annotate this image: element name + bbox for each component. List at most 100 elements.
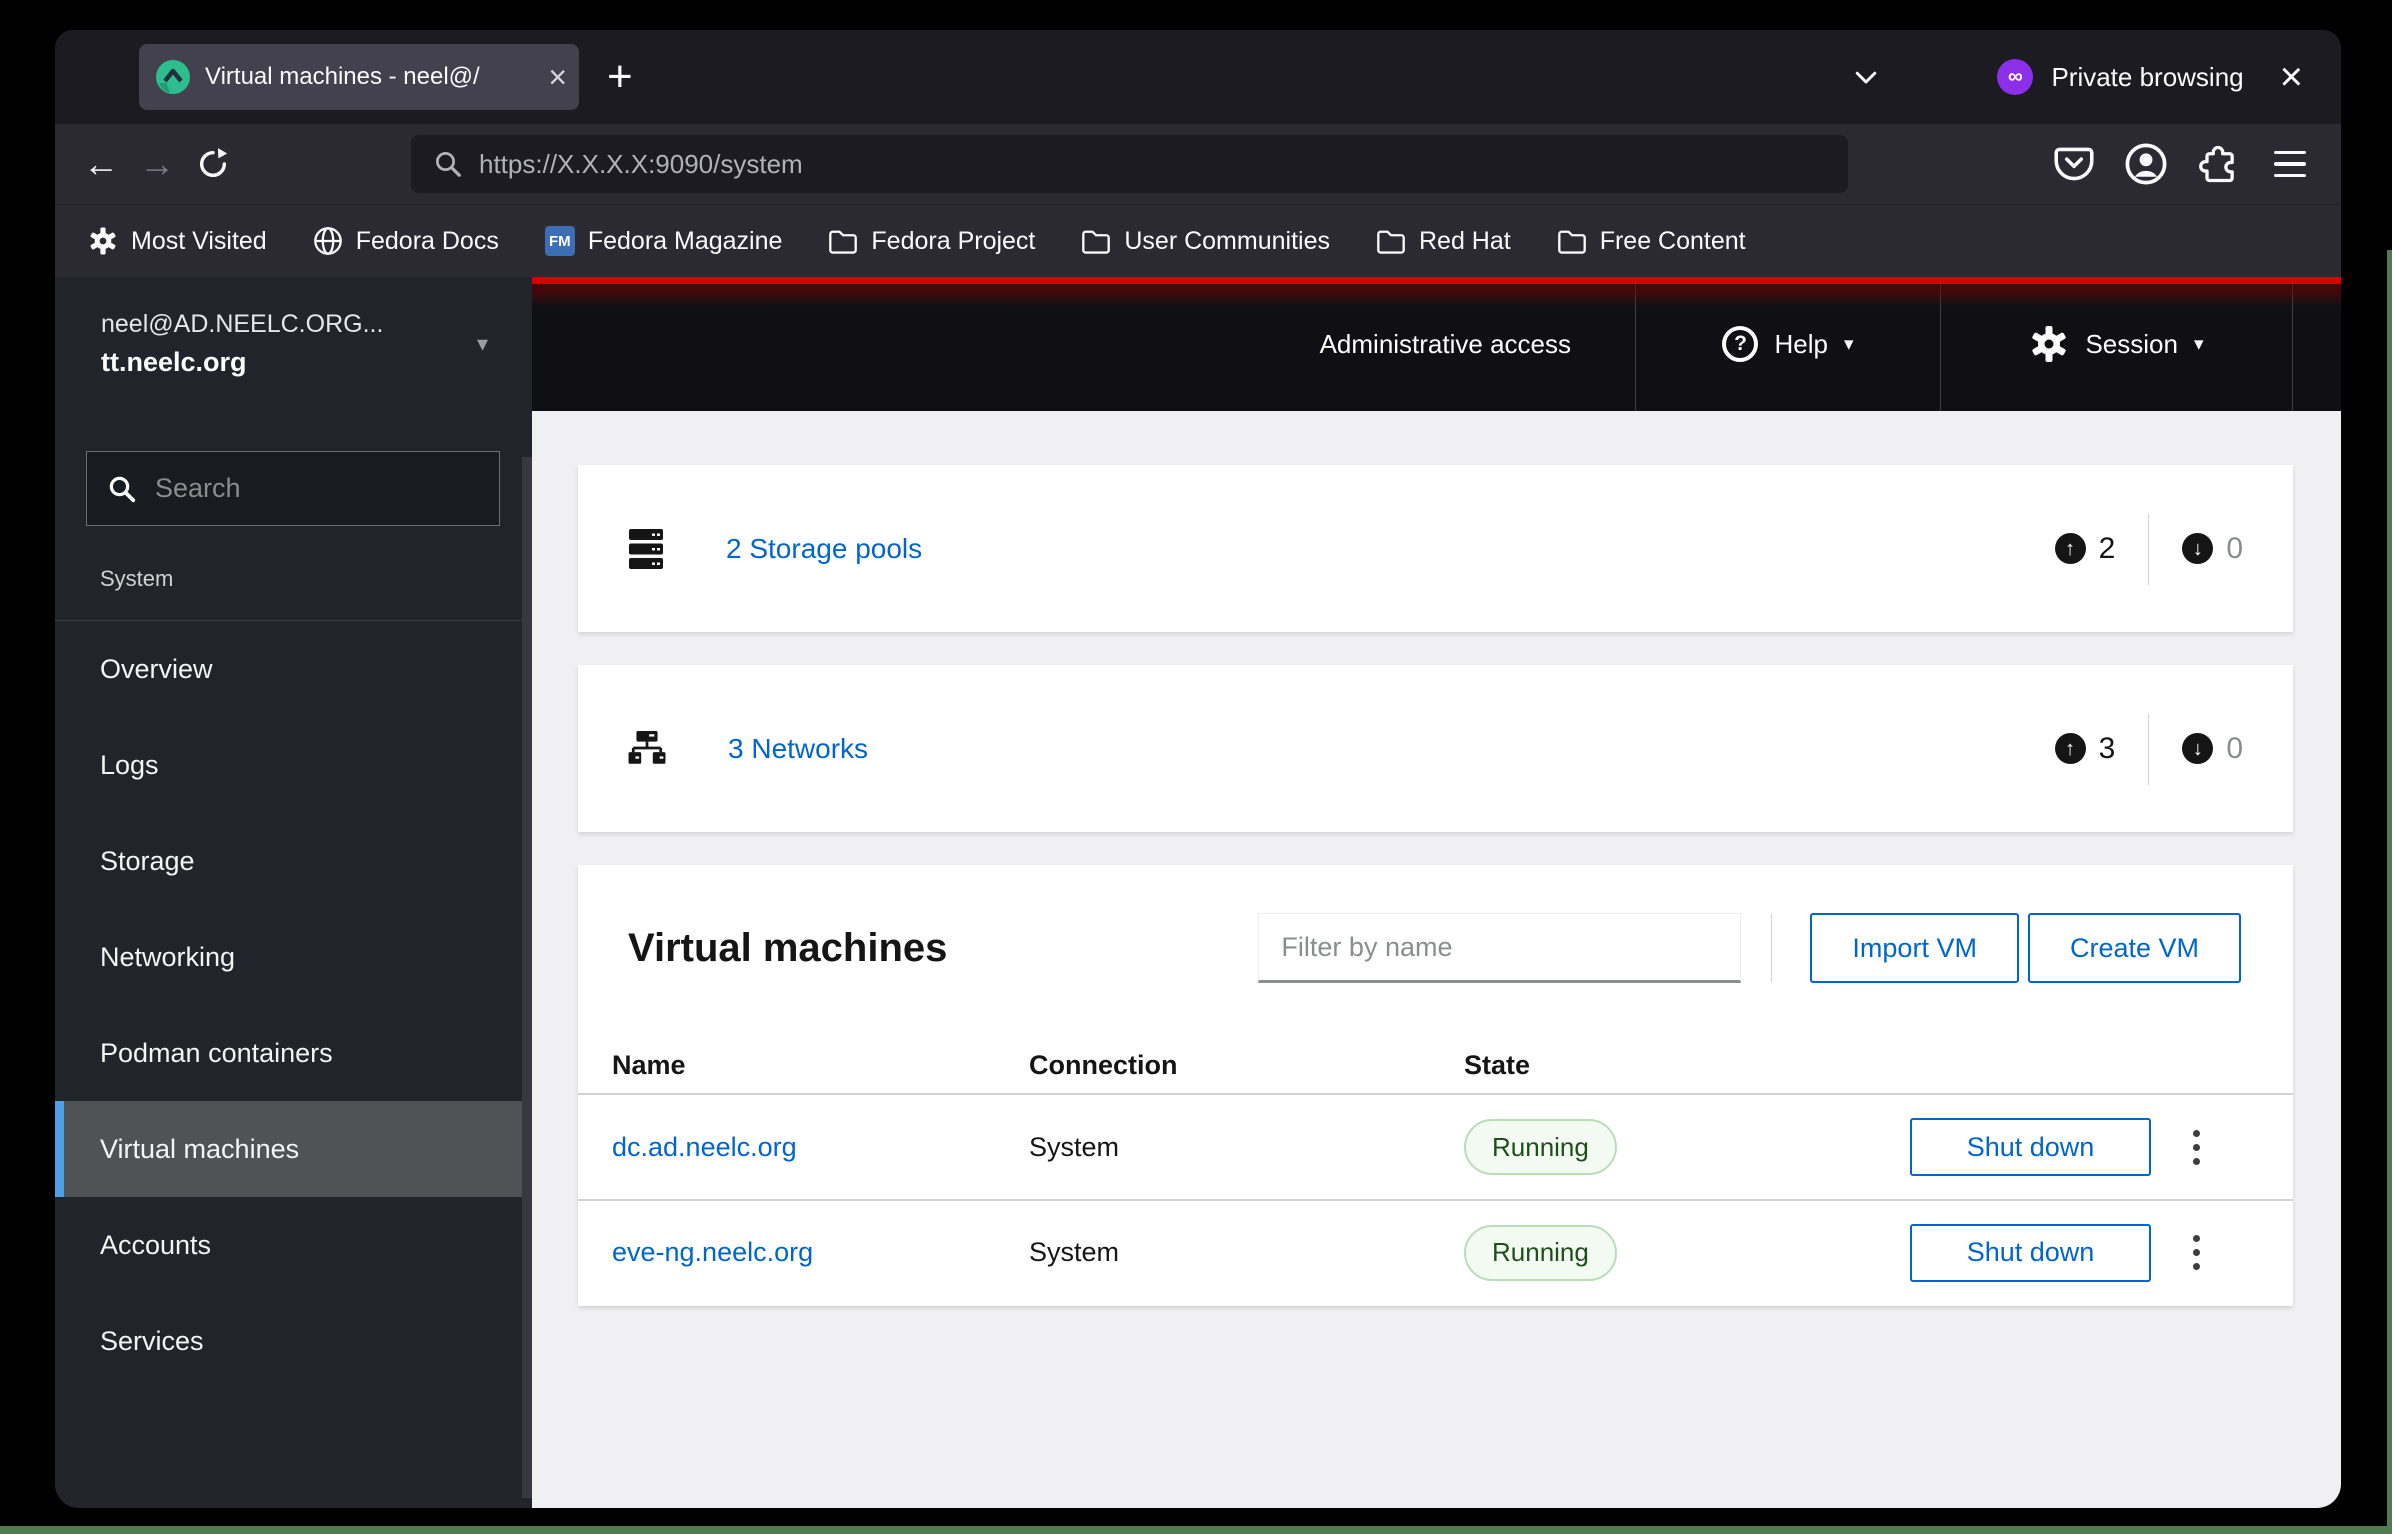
account-user: neel@AD.NEELC.ORG...: [101, 310, 384, 338]
reload-button[interactable]: [185, 136, 241, 192]
url-text[interactable]: https://X.X.X.X:9090/system: [479, 149, 803, 180]
folder-icon: [1082, 230, 1111, 254]
account-switcher[interactable]: neel@AD.NEELC.ORG... tt.neelc.org ▾: [55, 277, 532, 411]
arrow-circle-up-icon: ↑: [2054, 533, 2086, 564]
search-input[interactable]: [155, 473, 509, 504]
gear-icon: [90, 227, 116, 255]
help-menu[interactable]: ? Help ▾: [1636, 326, 1940, 362]
page-title: Virtual machines: [628, 925, 948, 970]
kebab-menu-icon[interactable]: [2192, 1129, 2200, 1165]
shut-down-button[interactable]: Shut down: [1910, 1118, 2151, 1176]
extensions-puzzle-icon[interactable]: [2193, 139, 2243, 189]
vm-connection: System: [1029, 1131, 1120, 1162]
storage-pools-up-stat: ↑ 2: [2054, 532, 2115, 566]
networks-down-stat: ↓ 0: [2182, 732, 2243, 766]
storage-pools-link[interactable]: 2 Storage pools: [726, 533, 922, 565]
browser-toolbar: ← → https://X.X.X.X:9090/system: [55, 124, 2341, 204]
status-badge-running: Running: [1464, 1224, 1617, 1281]
browser-tab[interactable]: Virtual machines - neel@/ ×: [139, 44, 579, 110]
networks-link[interactable]: 3 Networks: [728, 733, 868, 765]
browser-window: Virtual machines - neel@/ × + ∞ Private …: [55, 30, 2341, 1508]
back-button[interactable]: ←: [73, 136, 129, 192]
fm-favicon: FM: [544, 226, 575, 256]
browser-titlebar: Virtual machines - neel@/ × + ∞ Private …: [55, 30, 2341, 124]
search-box[interactable]: [86, 451, 509, 526]
arrow-circle-down-icon: ↓: [2182, 733, 2214, 764]
nav-items: Overview Logs Storage Networking Podman …: [55, 621, 532, 1389]
bookmarks-toolbar: Most Visited Fedora Docs FM Fedora Magaz…: [55, 204, 2341, 277]
storage-pools-stats: ↑ 2 ↓ 0: [2054, 512, 2243, 585]
help-icon: ?: [1722, 326, 1759, 362]
networks-card: 3 Networks ↑ 3 ↓ 0: [578, 665, 2293, 832]
vm-name-link[interactable]: eve-ng.neelc.org: [612, 1237, 1029, 1268]
arrow-circle-up-icon: ↑: [2054, 733, 2086, 764]
import-vm-button[interactable]: Import VM: [1810, 913, 2019, 983]
sidebar-item-logs[interactable]: Logs: [55, 717, 532, 813]
column-header-name: Name: [612, 1050, 686, 1080]
window-close-button[interactable]: ×: [2280, 57, 2303, 97]
help-caret-icon: ▾: [1843, 333, 1854, 355]
sidebar-scrollbar[interactable]: [522, 457, 532, 1498]
urlbar-search-icon: [433, 149, 463, 179]
bookmark-free-content[interactable]: Free Content: [1557, 227, 1746, 256]
kebab-menu-icon[interactable]: [2192, 1235, 2200, 1270]
column-header-connection: Connection: [1029, 1050, 1178, 1080]
menu-hamburger-icon[interactable]: [2265, 139, 2315, 189]
masthead-divider: [2292, 277, 2293, 411]
virtual-machines-card: Virtual machines Import VM Create VM Nam…: [578, 865, 2293, 1306]
tab-close-icon[interactable]: ×: [548, 61, 567, 93]
storage-pools-down-stat: ↓ 0: [2182, 532, 2243, 566]
main-area: Administrative access ? Help ▾ Session ▾: [532, 277, 2341, 1508]
sidebar-search: [55, 411, 532, 526]
administrative-access-label: Administrative access: [1319, 328, 1571, 359]
new-tab-button[interactable]: +: [607, 55, 633, 99]
pocket-icon[interactable]: [2049, 139, 2099, 189]
sidebar-item-storage[interactable]: Storage: [55, 813, 532, 909]
bookmark-fedora-project[interactable]: Fedora Project: [828, 227, 1035, 256]
private-browsing-indicator: ∞ Private browsing: [1997, 59, 2244, 95]
arrow-circle-down-icon: ↓: [2182, 533, 2214, 564]
folder-icon: [1557, 230, 1586, 254]
column-header-state: State: [1464, 1050, 1531, 1080]
content-area: 2 Storage pools ↑ 2 ↓ 0 3 Networks ↑ 3 ↓…: [532, 411, 2341, 1508]
screen: Virtual machines - neel@/ × + ∞ Private …: [0, 0, 2392, 1534]
network-topology-icon: [628, 730, 666, 768]
account-host: tt.neelc.org: [101, 347, 247, 377]
storage-stack-icon: [628, 528, 664, 570]
sidebar-item-services[interactable]: Services: [55, 1293, 532, 1389]
filter-by-name-input[interactable]: [1258, 913, 1742, 983]
bookmark-user-communities[interactable]: User Communities: [1081, 227, 1330, 256]
session-menu[interactable]: Session ▾: [1941, 324, 2292, 364]
gear-icon: [2032, 326, 2067, 362]
bookmark-fedora-docs[interactable]: Fedora Docs: [313, 226, 499, 256]
folder-icon: [1377, 230, 1405, 254]
create-vm-button[interactable]: Create VM: [2027, 913, 2241, 983]
masthead: Administrative access ? Help ▾ Session ▾: [532, 277, 2341, 411]
sidebar-item-overview[interactable]: Overview: [55, 621, 532, 717]
toolbar-icons: [2049, 139, 2315, 189]
nav-section-label: System: [55, 566, 532, 621]
bookmark-red-hat[interactable]: Red Hat: [1376, 227, 1511, 256]
networks-stats: ↑ 3 ↓ 0: [2054, 712, 2243, 785]
url-bar[interactable]: https://X.X.X.X:9090/system: [411, 135, 1848, 193]
sidebar-item-networking[interactable]: Networking: [55, 909, 532, 1005]
forward-button[interactable]: →: [129, 136, 185, 192]
list-tabs-chevron-icon[interactable]: [1851, 62, 1881, 92]
table-row: dc.ad.neelc.org System Running Shut down: [578, 1095, 2293, 1201]
bookmark-most-visited[interactable]: Most Visited: [88, 226, 267, 256]
sidebar-item-podman-containers[interactable]: Podman containers: [55, 1005, 532, 1101]
sidebar-item-accounts[interactable]: Accounts: [55, 1197, 532, 1293]
shut-down-button[interactable]: Shut down: [1910, 1223, 2151, 1282]
bookmark-fedora-magazine[interactable]: FM Fedora Magazine: [544, 226, 782, 256]
cockpit-favicon-icon: [155, 59, 191, 95]
private-mask-icon: ∞: [1997, 59, 2034, 95]
sidebar-item-virtual-machines[interactable]: Virtual machines: [55, 1101, 532, 1197]
tab-title: Virtual machines - neel@/: [205, 63, 480, 90]
account-icon[interactable]: [2121, 139, 2171, 189]
vm-name-link[interactable]: dc.ad.neelc.org: [612, 1132, 1029, 1163]
networks-up-stat: ↑ 3: [2054, 732, 2115, 766]
toolbar-divider: [1771, 913, 1773, 983]
vm-table: Name Connection State dc.ad.neelc.org Sy…: [578, 1038, 2293, 1306]
session-caret-icon: ▾: [2193, 333, 2204, 355]
storage-pools-card: 2 Storage pools ↑ 2 ↓ 0: [578, 465, 2293, 632]
